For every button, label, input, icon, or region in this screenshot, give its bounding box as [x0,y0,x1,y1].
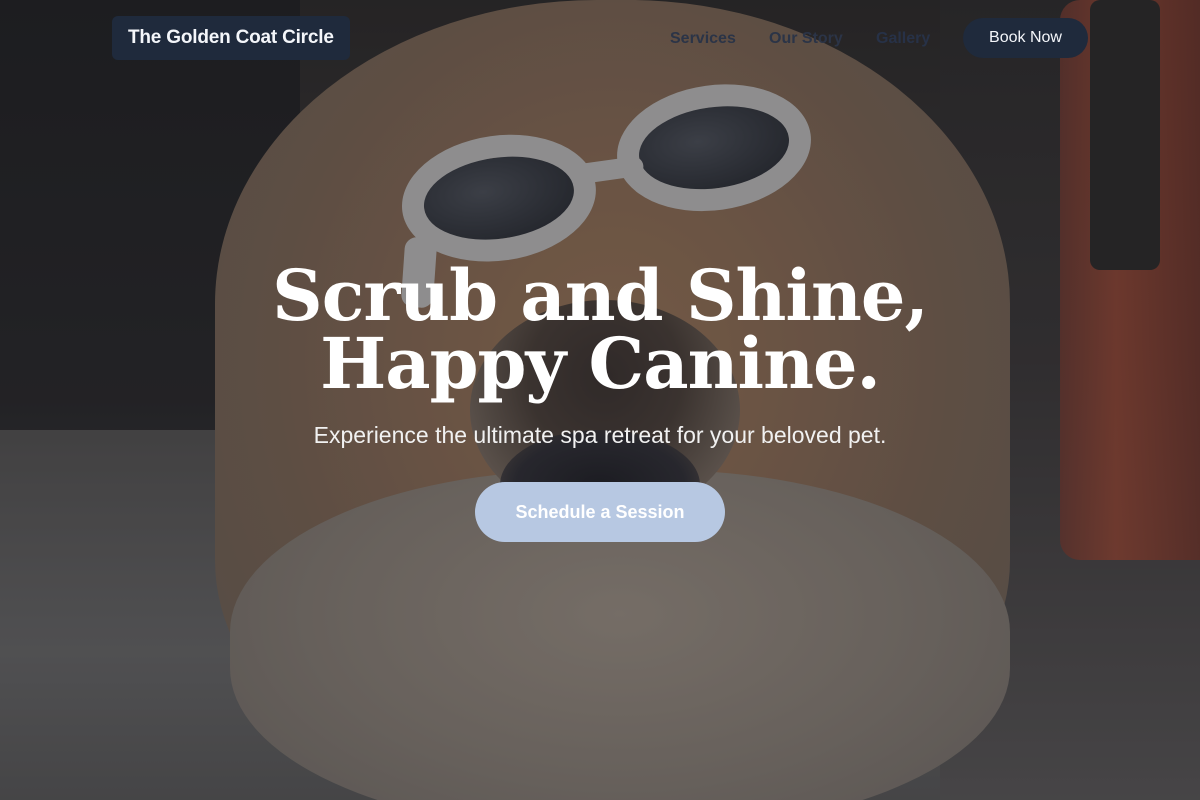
headline-line-1: Scrub and Shine, [272,254,929,337]
book-now-button[interactable]: Book Now [963,18,1088,58]
brand-logo[interactable]: The Golden Coat Circle [112,16,350,60]
hero-subtitle: Experience the ultimate spa retreat for … [313,422,887,448]
navbar: The Golden Coat Circle Services Our Stor… [0,0,1200,76]
schedule-session-button[interactable]: Schedule a Session [475,482,725,542]
nav-link-our-story[interactable]: Our Story [769,28,843,50]
headline-line-2: Happy Canine. [320,322,881,405]
hero-headline: Scrub and Shine, Happy Canine. [0,254,1200,405]
nav-link-gallery[interactable]: Gallery [876,28,930,50]
nav-link-services[interactable]: Services [670,28,736,50]
